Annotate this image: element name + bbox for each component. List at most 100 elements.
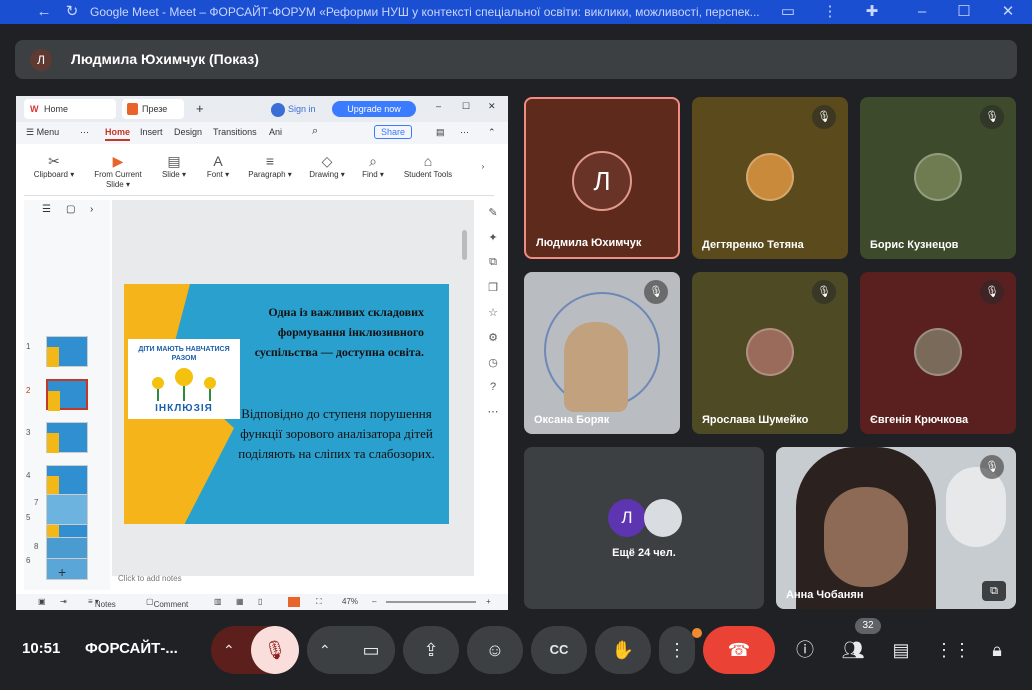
host-controls-icon[interactable]: 🔒︎ xyxy=(983,636,1011,664)
list-view-icon[interactable]: ☰ xyxy=(42,204,51,215)
sorter-view-icon[interactable]: ▦ xyxy=(236,597,244,606)
reload-icon[interactable]: ↻ xyxy=(62,0,82,24)
search-icon[interactable]: ⌕ xyxy=(312,125,318,138)
raise-hand-button[interactable]: ✋ xyxy=(595,626,651,674)
canvas-scrollbar[interactable] xyxy=(462,230,467,260)
tab-presentation[interactable]: Презе xyxy=(122,99,184,119)
others-tile[interactable]: Л Ещё 24 чел. xyxy=(524,447,764,609)
notes-toggle[interactable]: ≡ Notes ▾ xyxy=(88,597,116,609)
slide-thumbnail-8[interactable] xyxy=(46,537,88,559)
reading-view-icon[interactable]: ▯ xyxy=(258,597,262,606)
drawing-button[interactable]: ◇ Drawing ▾ xyxy=(304,152,350,180)
participant-tile-video[interactable]: 🎙︎ Оксана Боряк xyxy=(524,272,680,434)
fit-icon[interactable]: ⛶ xyxy=(316,597,322,607)
window-title: Google Meet - Meet – ФОРСАЙТ-ФОРУМ «Рефо… xyxy=(90,5,760,19)
participant-tile-speaking[interactable]: Л Людмила Юхимчук xyxy=(524,97,680,259)
slide-button[interactable]: ▤ Slide ▾ xyxy=(154,152,194,180)
new-tab-icon[interactable]: + xyxy=(196,101,204,116)
magic-icon[interactable]: ✦ xyxy=(478,231,508,244)
mic-off-button[interactable]: 🎙︎ xyxy=(251,626,299,674)
add-slide-icon[interactable]: + xyxy=(58,564,66,580)
more-options-icon[interactable]: ⋮ xyxy=(820,0,840,24)
paragraph-icon: ≡ xyxy=(265,153,275,169)
zoom-out-icon[interactable]: – xyxy=(372,597,376,606)
reactions-button[interactable]: ☺ xyxy=(467,626,523,674)
comment-toggle[interactable]: ▢ Comment xyxy=(146,597,188,609)
slide-thumbnail-2[interactable] xyxy=(46,379,88,411)
thumbnail-view-icon[interactable]: ▢ xyxy=(66,204,75,215)
zoom-slider[interactable] xyxy=(386,601,476,603)
paragraph-button[interactable]: ≡ Paragraph ▾ xyxy=(242,152,298,180)
upgrade-button[interactable]: Upgrade now xyxy=(332,101,416,117)
tab-home[interactable]: W Home xyxy=(24,99,116,119)
window-close-icon[interactable]: ✕ xyxy=(488,101,496,112)
maximize-icon[interactable]: ☐ xyxy=(954,0,974,24)
from-current-slide-button[interactable]: ▶ From Current Slide ▾ xyxy=(88,152,148,190)
more-icon[interactable]: ⋯ xyxy=(80,127,89,138)
help-icon[interactable]: ? xyxy=(478,381,508,393)
people-icon[interactable]: 👥︎ xyxy=(839,636,867,664)
slide-panel-icon[interactable]: ▣ xyxy=(38,597,46,606)
activities-icon[interactable]: ⋮⋮ xyxy=(935,636,971,664)
menu-button[interactable]: ☰ Menu xyxy=(26,127,59,138)
participant-tile[interactable]: 🎙︎ Дегтяренко Тетяна xyxy=(692,97,848,259)
ribbon-scroll-right-icon[interactable]: › xyxy=(476,162,490,172)
ribbon-tab-insert[interactable]: Insert xyxy=(140,127,163,137)
sign-in-link[interactable]: Sign in xyxy=(288,104,316,114)
ribbon-tab-animations[interactable]: Ani xyxy=(269,127,282,137)
slide-number: 8 xyxy=(34,542,39,551)
student-tools-button[interactable]: ⌂ Student Tools xyxy=(398,152,458,180)
participant-tile[interactable]: 🎙︎ Борис Кузнецов xyxy=(860,97,1016,259)
close-icon[interactable]: ✕ xyxy=(998,0,1018,24)
normal-view-icon[interactable]: ▥ xyxy=(214,597,222,606)
comment-icon[interactable]: ▤ xyxy=(436,127,445,138)
more-icon-2[interactable]: ⋯ xyxy=(460,127,469,138)
slide-thumbnail-1[interactable] xyxy=(46,336,88,367)
camera-icon[interactable]: ▭ xyxy=(778,0,798,24)
participant-name: Людмила Юхимчук xyxy=(536,237,642,249)
extension-icon[interactable]: ✚ xyxy=(862,0,882,24)
mic-options-icon[interactable]: ⌃ xyxy=(223,626,235,674)
participant-tile[interactable]: 🎙︎ Євгенія Крючкова xyxy=(860,272,1016,434)
present-button[interactable]: ⇪ xyxy=(403,626,459,674)
back-arrow-icon[interactable]: ← xyxy=(34,0,54,24)
star-icon[interactable]: ☆ xyxy=(478,306,508,319)
minimize-icon[interactable]: – xyxy=(912,0,932,24)
presentation-file-icon xyxy=(127,103,138,115)
info-icon[interactable]: ⓘ xyxy=(791,636,819,664)
presenter-label: Людмила Юхимчук (Показ) xyxy=(71,51,259,67)
settings-sliders-icon[interactable]: ⚙ xyxy=(478,331,508,344)
slideshow-icon[interactable] xyxy=(288,597,300,607)
window-minimize-icon[interactable]: – xyxy=(436,101,441,111)
slide-thumbnail-7[interactable] xyxy=(46,494,88,525)
find-button[interactable]: ⌕ Find ▾ xyxy=(356,152,390,180)
window-maximize-icon[interactable]: ☐ xyxy=(462,101,470,112)
font-button[interactable]: A Font ▾ xyxy=(200,152,236,180)
ribbon-tab-home[interactable]: Home xyxy=(105,127,131,141)
panel-expand-icon[interactable]: › xyxy=(90,204,93,215)
camera-options-icon[interactable]: ⌃ xyxy=(319,626,331,674)
collapse-ribbon-icon[interactable]: ⌃ xyxy=(488,127,496,138)
more-options-button[interactable]: ⋮ xyxy=(659,626,695,674)
more-tools-icon[interactable]: ⋯ xyxy=(478,405,508,418)
share-button[interactable]: Share xyxy=(374,125,413,139)
pip-icon[interactable]: ⧉ xyxy=(982,581,1006,601)
zoom-in-icon[interactable]: + xyxy=(486,597,491,606)
history-icon[interactable]: ◷ xyxy=(478,356,508,369)
ribbon-tab-transitions[interactable]: Transitions xyxy=(213,127,257,137)
captions-button[interactable]: CC xyxy=(531,626,587,674)
clipboard-button[interactable]: ✂ Clipboard ▾ xyxy=(28,152,80,180)
slide-thumbnail-4[interactable] xyxy=(46,465,88,496)
participant-tile[interactable]: 🎙︎ Ярослава Шумейко xyxy=(692,272,848,434)
export-icon[interactable]: ⇥ xyxy=(60,597,67,606)
leave-call-button[interactable]: ☎ xyxy=(703,626,775,674)
participant-tile-video[interactable]: 🎙︎ ⧉ Анна Чобанян xyxy=(776,447,1016,609)
pen-icon[interactable]: ✎ xyxy=(478,206,508,219)
layout-icon[interactable]: ⧉ xyxy=(478,256,508,269)
chat-icon[interactable]: ▤ xyxy=(887,636,915,664)
ribbon-tab-design[interactable]: Design xyxy=(174,127,202,137)
camera-button[interactable]: ▭ xyxy=(347,626,395,674)
notes-area[interactable]: Click to add notes xyxy=(112,574,474,588)
slide-thumbnail-3[interactable] xyxy=(46,422,88,453)
copy-icon[interactable]: ❐ xyxy=(478,281,508,294)
